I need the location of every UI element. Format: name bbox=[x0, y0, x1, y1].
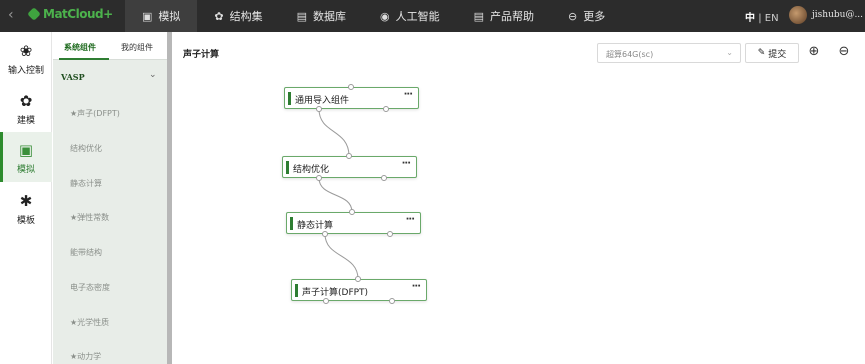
node-output-port[interactable] bbox=[389, 298, 395, 304]
component-item[interactable]: ★弹性常数 bbox=[70, 212, 109, 223]
tab-system-components[interactable]: 系统组件 bbox=[64, 42, 96, 53]
sidebar-item-label: 建模 bbox=[16, 116, 35, 126]
cluster-icon: ✿ bbox=[214, 9, 224, 23]
more-icon[interactable]: ··· bbox=[412, 281, 421, 292]
node-output-port[interactable] bbox=[381, 175, 387, 181]
node-output-port[interactable] bbox=[383, 106, 389, 112]
node-output-port[interactable] bbox=[387, 231, 393, 237]
component-item[interactable]: ★动力学 bbox=[70, 351, 101, 362]
avatar[interactable] bbox=[789, 6, 807, 24]
edge bbox=[324, 233, 359, 280]
node-input-port[interactable] bbox=[346, 153, 352, 159]
sidebar-item-input-control[interactable]: ❀ 输入控制 bbox=[0, 42, 52, 82]
sidebar-item-label: 模板 bbox=[16, 216, 35, 226]
node-accent bbox=[288, 92, 291, 105]
active-tab-indicator bbox=[59, 58, 109, 60]
username[interactable]: jishubu@... bbox=[812, 10, 863, 20]
node-accent bbox=[290, 217, 293, 230]
nav-item-simulation[interactable]: ▣ 模拟 bbox=[125, 0, 198, 32]
workflow-node-import[interactable]: 通用导入组件 ··· bbox=[284, 87, 419, 109]
book-icon: ▤ bbox=[473, 9, 485, 23]
workflow-node-static[interactable]: 静态计算 ··· bbox=[286, 212, 421, 234]
more-icon[interactable]: ··· bbox=[406, 214, 415, 225]
component-panel: 系统组件 我的组件 VASP ⌄ ★声子(DFPT) 结构优化 静态计算 ★弹性… bbox=[53, 32, 167, 364]
node-output-port[interactable] bbox=[322, 231, 328, 237]
node-label: 通用导入组件 bbox=[295, 96, 350, 106]
node-accent bbox=[286, 161, 289, 174]
component-item[interactable]: 结构优化 bbox=[70, 143, 102, 154]
nav-label: 模拟 bbox=[158, 10, 181, 23]
cube-icon: ▣ bbox=[18, 141, 34, 159]
nav-item-database[interactable]: ▤ 数据库 bbox=[280, 0, 363, 32]
component-item[interactable]: 电子态密度 bbox=[70, 282, 110, 293]
workflow-canvas[interactable]: 声子计算 超算64G(sc) ⌄ ✎ 提交 ⊕ ⊖ 通用导入组件 ··· 结构优… bbox=[172, 32, 865, 364]
sidebar-item-label: 输入控制 bbox=[7, 66, 44, 76]
more-icon[interactable]: ··· bbox=[402, 158, 411, 169]
edge bbox=[318, 108, 350, 157]
language-switch[interactable]: 中 | EN bbox=[745, 9, 779, 24]
main-nav: ▣ 模拟 ✿ 结构集 ▤ 数据库 ◉ 人工智能 ▤ 产品帮助 ⊖ 更多 bbox=[125, 0, 622, 32]
tab-my-components[interactable]: 我的组件 bbox=[121, 42, 153, 53]
node-output-port[interactable] bbox=[323, 298, 329, 304]
nav-label: 人工智能 bbox=[395, 10, 440, 23]
chevron-down-icon[interactable]: ⌄ bbox=[149, 70, 157, 80]
node-input-port[interactable] bbox=[348, 84, 354, 90]
sidebar-item-simulation[interactable]: ▣ 模拟 bbox=[0, 132, 52, 182]
left-sidebar: ❀ 输入控制 ✿ 建模 ▣ 模拟 ✱ 模板 bbox=[0, 32, 52, 364]
top-bar: ‹ MatCloud+ ▣ 模拟 ✿ 结构集 ▤ 数据库 ◉ 人工智能 ▤ 产品… bbox=[0, 0, 865, 32]
flower-icon: ❀ bbox=[19, 42, 33, 60]
component-item[interactable]: ★光学性质 bbox=[70, 317, 109, 328]
more-circle-icon: ⊖ bbox=[568, 9, 578, 23]
component-item[interactable]: 静态计算 bbox=[70, 178, 102, 189]
puzzle-icon: ✱ bbox=[19, 192, 33, 210]
sidebar-item-label: 模拟 bbox=[16, 165, 35, 175]
brain-icon: ◉ bbox=[380, 9, 390, 23]
lang-zh[interactable]: 中 bbox=[745, 13, 755, 24]
logo-text: MatCloud+ bbox=[43, 7, 113, 21]
nav-item-ai[interactable]: ◉ 人工智能 bbox=[363, 0, 457, 32]
nav-item-more[interactable]: ⊖ 更多 bbox=[551, 0, 622, 32]
node-label: 静态计算 bbox=[297, 221, 334, 231]
lang-separator: | bbox=[758, 13, 762, 24]
node-label: 结构优化 bbox=[293, 165, 330, 175]
workflow-node-relax[interactable]: 结构优化 ··· bbox=[282, 156, 417, 178]
back-chevron-icon[interactable]: ‹ bbox=[8, 7, 14, 23]
component-tabs: 系统组件 我的组件 bbox=[53, 32, 167, 60]
sidebar-item-templates[interactable]: ✱ 模板 bbox=[0, 192, 52, 232]
database-icon: ▤ bbox=[296, 9, 308, 23]
nav-label: 数据库 bbox=[313, 10, 347, 23]
logo-mark-icon bbox=[27, 7, 41, 21]
node-accent bbox=[295, 284, 298, 297]
node-output-port[interactable] bbox=[316, 175, 322, 181]
group-header-vasp[interactable]: VASP bbox=[61, 72, 85, 82]
edge bbox=[318, 177, 353, 213]
node-input-port[interactable] bbox=[349, 209, 355, 215]
lang-en[interactable]: EN bbox=[765, 13, 779, 24]
nav-label: 结构集 bbox=[229, 10, 263, 23]
logo[interactable]: MatCloud+ bbox=[27, 7, 113, 21]
atoms-icon: ✿ bbox=[19, 92, 33, 110]
sidebar-item-modeling[interactable]: ✿ 建模 bbox=[0, 92, 52, 132]
nav-label: 更多 bbox=[583, 10, 606, 23]
node-output-port[interactable] bbox=[316, 106, 322, 112]
nav-item-structures[interactable]: ✿ 结构集 bbox=[197, 0, 279, 32]
cube-icon: ▣ bbox=[142, 9, 153, 23]
node-input-port[interactable] bbox=[355, 276, 361, 282]
node-label: 声子计算(DFPT) bbox=[302, 288, 369, 298]
component-item[interactable]: 能带结构 bbox=[70, 247, 102, 258]
workflow-edges bbox=[318, 108, 359, 280]
nav-item-help[interactable]: ▤ 产品帮助 bbox=[457, 0, 551, 32]
nav-label: 产品帮助 bbox=[490, 10, 535, 23]
workflow-node-phonon[interactable]: 声子计算(DFPT) ··· bbox=[291, 279, 427, 301]
more-icon[interactable]: ··· bbox=[404, 89, 413, 100]
component-item[interactable]: ★声子(DFPT) bbox=[70, 108, 120, 119]
